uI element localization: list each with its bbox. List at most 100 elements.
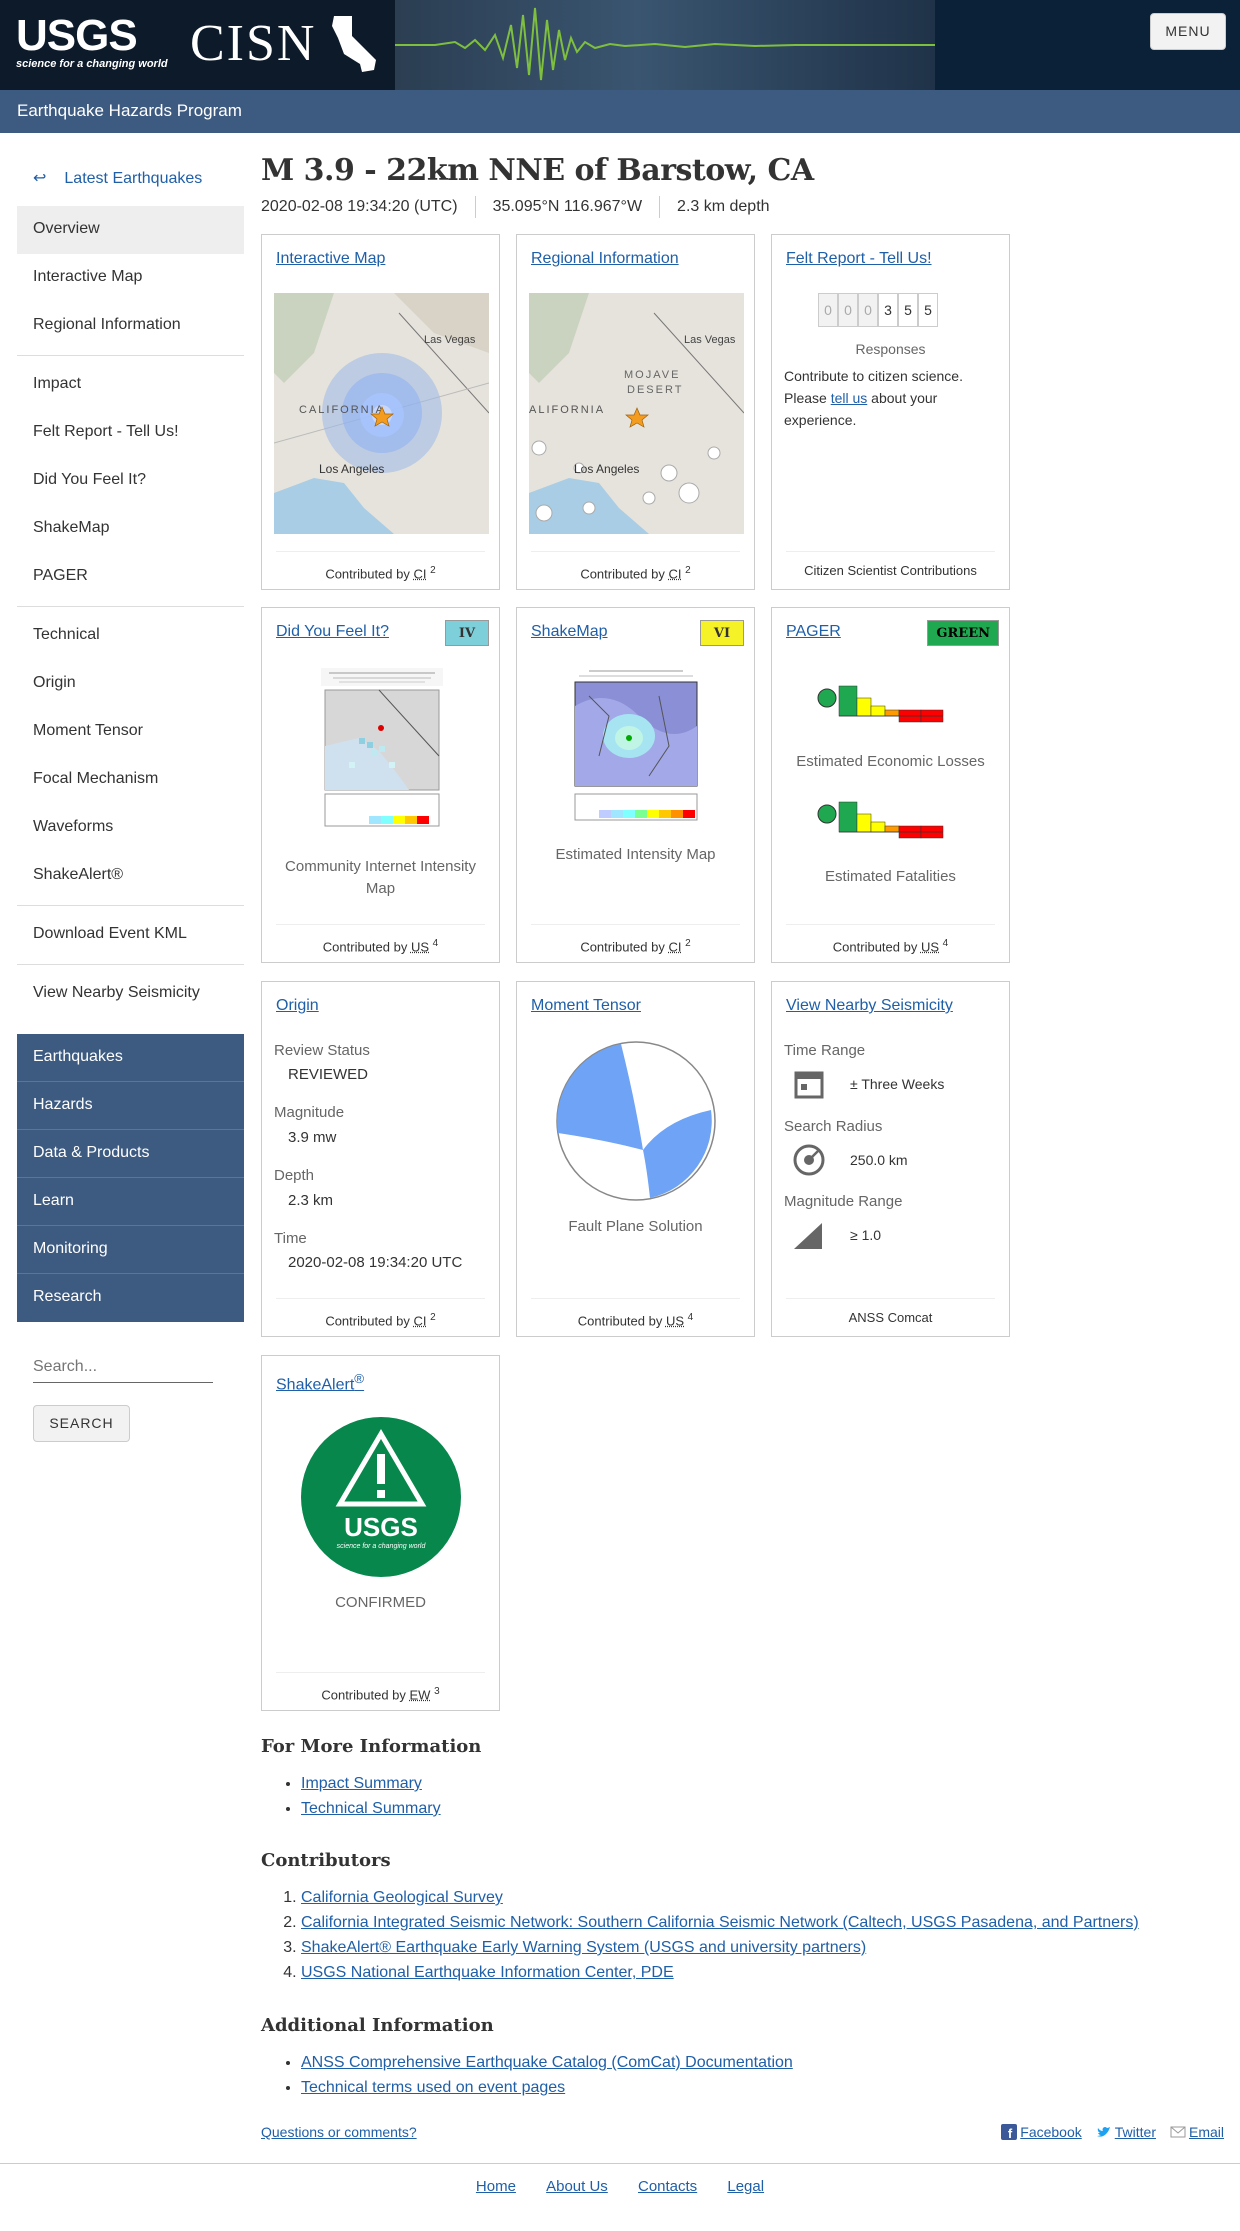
contributor-ref[interactable]: 4	[433, 938, 439, 949]
fatalities-histogram[interactable]	[817, 792, 967, 852]
card-felt-report[interactable]: Felt Report - Tell Us! 0 0 0 3 5 5 Respo…	[771, 234, 1010, 590]
nav-hazards[interactable]: Hazards	[17, 1082, 244, 1130]
technical-summary-link[interactable]: Technical Summary	[301, 1800, 441, 1817]
dyfi-link[interactable]: Did You Feel It?	[276, 623, 389, 641]
footer-contacts-link[interactable]: Contacts	[638, 2178, 697, 2195]
contributor-link[interactable]: USGS National Earthquake Information Cen…	[301, 1964, 674, 1981]
contributor-ref[interactable]: 2	[685, 565, 691, 576]
impact-summary-link[interactable]: Impact Summary	[301, 1775, 422, 1792]
card-pager[interactable]: PAGER GREEN Estimated Economic Losses Es…	[771, 607, 1010, 963]
sidebar-item-shakealert[interactable]: ShakeAlert®	[17, 852, 244, 900]
search-input[interactable]	[33, 1352, 213, 1383]
menu-button[interactable]: MENU	[1150, 13, 1226, 50]
latest-earthquakes-label: Latest Earthquakes	[64, 170, 203, 187]
shakealert-status: CONFIRMED	[335, 1594, 426, 1611]
card-moment-tensor[interactable]: Moment Tensor Fault Plane Solution Contr…	[516, 981, 755, 1337]
regional-map-thumbnail[interactable]: Las Vegas MOJAVE DESERT ALIFORNIA Los An…	[529, 293, 744, 534]
regional-information-link[interactable]: Regional Information	[531, 250, 679, 268]
contributor-link[interactable]: California Integrated Seismic Network: S…	[301, 1914, 1139, 1931]
shakealert-logo-tagline: science for a changing world	[337, 1543, 427, 1550]
contributor-abbr[interactable]: EW	[410, 1687, 431, 1702]
map-label-california: ALIFORNIA	[529, 404, 605, 416]
sidebar-item-nearby-seismicity[interactable]: View Nearby Seismicity	[17, 970, 244, 1018]
moment-tensor-link[interactable]: Moment Tensor	[531, 997, 641, 1015]
contributor-abbr[interactable]: CI	[413, 1313, 426, 1328]
shakemap-link[interactable]: ShakeMap	[531, 623, 608, 641]
sidebar-item-regional-information[interactable]: Regional Information	[17, 302, 244, 350]
contributor-ref[interactable]: 4	[943, 938, 949, 949]
sidebar-item-pager[interactable]: PAGER	[17, 553, 244, 601]
card-interactive-map[interactable]: Interactive Map Las Vegas CALIFORNIA Los…	[261, 234, 500, 590]
nav-monitoring[interactable]: Monitoring	[17, 1226, 244, 1274]
card-nearby-seismicity[interactable]: View Nearby Seismicity Time Range ± Thre…	[771, 981, 1010, 1337]
beachball-icon[interactable]	[555, 1040, 717, 1202]
origin-link[interactable]: Origin	[276, 997, 319, 1015]
nav-research[interactable]: Research	[17, 1274, 244, 1322]
sidebar-item-origin[interactable]: Origin	[17, 660, 244, 708]
shakealert-link[interactable]: ShakeAlert®	[276, 1371, 364, 1394]
shakealert-logo[interactable]: USGS science for a changing world	[300, 1416, 462, 1578]
economic-losses-histogram[interactable]	[817, 676, 967, 736]
email-link[interactable]: Email	[1189, 2124, 1224, 2140]
questions-link[interactable]: Questions or comments?	[261, 2124, 417, 2140]
dyfi-map-thumbnail[interactable]	[319, 666, 445, 831]
counter-digit: 3	[878, 293, 898, 327]
sidebar-item-dyfi[interactable]: Did You Feel It?	[17, 457, 244, 505]
twitter-link[interactable]: Twitter	[1115, 2124, 1156, 2140]
search-button[interactable]: SEARCH	[33, 1405, 130, 1442]
sidebar-item-interactive-map[interactable]: Interactive Map	[17, 254, 244, 302]
program-title[interactable]: Earthquake Hazards Program	[17, 101, 242, 121]
email-share[interactable]: Email	[1170, 2124, 1224, 2140]
footer-legal-link[interactable]: Legal	[727, 2178, 764, 2195]
contributor-link[interactable]: California Geological Survey	[301, 1889, 503, 1906]
contributor-abbr[interactable]: CI	[413, 566, 426, 581]
card-shakealert[interactable]: ShakeAlert® USGS science for a changing …	[261, 1355, 500, 1711]
interactive-map-thumbnail[interactable]: Las Vegas CALIFORNIA Los Angeles	[274, 293, 489, 534]
latest-earthquakes-link[interactable]: ↩ Latest Earthquakes	[17, 150, 244, 206]
contributor-ref[interactable]: 2	[685, 938, 691, 949]
contributor-ref[interactable]: 2	[430, 1312, 436, 1323]
interactive-map-link[interactable]: Interactive Map	[276, 250, 385, 268]
sidebar-item-impact[interactable]: Impact	[17, 361, 244, 409]
facebook-share[interactable]: f Facebook	[1001, 2124, 1082, 2140]
contributor-ref[interactable]: 4	[688, 1312, 694, 1323]
nearby-seismicity-link[interactable]: View Nearby Seismicity	[786, 997, 953, 1015]
card-origin[interactable]: Origin Review Status REVIEWED Magnitude …	[261, 981, 500, 1337]
search-radius-label: Search Radius	[784, 1118, 883, 1135]
contributor-abbr[interactable]: CI	[668, 939, 681, 954]
nav-learn[interactable]: Learn	[17, 1178, 244, 1226]
sidebar-item-waveforms[interactable]: Waveforms	[17, 804, 244, 852]
comcat-documentation-link[interactable]: ANSS Comprehensive Earthquake Catalog (C…	[301, 2054, 793, 2071]
sidebar-item-overview[interactable]: Overview	[17, 206, 244, 254]
shakemap-thumbnail[interactable]	[569, 666, 703, 826]
usgs-logo[interactable]: USGS science for a changing world	[16, 14, 168, 71]
footer-home-link[interactable]: Home	[476, 2178, 516, 2195]
pager-link[interactable]: PAGER	[786, 623, 841, 641]
card-regional-information[interactable]: Regional Information Las Vegas MOJAVE DE…	[516, 234, 755, 590]
sidebar-item-focal-mechanism[interactable]: Focal Mechanism	[17, 756, 244, 804]
sidebar-item-moment-tensor[interactable]: Moment Tensor	[17, 708, 244, 756]
contributor-abbr[interactable]: US	[666, 1313, 684, 1328]
card-dyfi[interactable]: Did You Feel It? IV Community Internet I…	[261, 607, 500, 963]
technical-terms-link[interactable]: Technical terms used on event pages	[301, 2079, 565, 2096]
sidebar-item-technical[interactable]: Technical	[17, 612, 244, 660]
contributor-abbr[interactable]: CI	[668, 566, 681, 581]
sidebar-item-felt-report[interactable]: Felt Report - Tell Us!	[17, 409, 244, 457]
contributor-abbr[interactable]: US	[921, 939, 939, 954]
svg-text:f: f	[1008, 2126, 1013, 2140]
sidebar-item-shakemap[interactable]: ShakeMap	[17, 505, 244, 553]
nav-data-products[interactable]: Data & Products	[17, 1130, 244, 1178]
contributor-abbr[interactable]: US	[411, 939, 429, 954]
tell-us-link[interactable]: tell us	[831, 390, 868, 406]
contributor-ref[interactable]: 3	[434, 1686, 440, 1697]
twitter-share[interactable]: Twitter	[1096, 2124, 1156, 2140]
card-shakemap[interactable]: ShakeMap VI Estimated Intensity Map Cont…	[516, 607, 755, 963]
nav-earthquakes[interactable]: Earthquakes	[17, 1034, 244, 1082]
sidebar-item-download-kml[interactable]: Download Event KML	[17, 911, 244, 959]
facebook-link[interactable]: Facebook	[1020, 2124, 1081, 2140]
contributor-link[interactable]: ShakeAlert® Earthquake Early Warning Sys…	[301, 1939, 866, 1956]
footer-about-link[interactable]: About Us	[546, 2178, 608, 2195]
contributor-ref[interactable]: 2	[430, 565, 436, 576]
felt-report-link[interactable]: Felt Report - Tell Us!	[786, 250, 932, 268]
cisn-logo[interactable]: CISN	[190, 14, 316, 73]
